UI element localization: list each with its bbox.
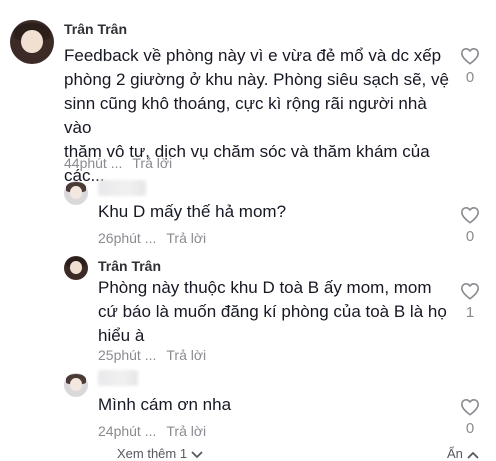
avatar[interactable] bbox=[64, 181, 88, 205]
comment-text-line: Feedback về phòng này vì e vừa đẻ mổ và … bbox=[64, 46, 442, 65]
comment-text-line: phòng 2 giường ở khu này. Phòng siêu sạc… bbox=[64, 70, 449, 89]
comment-meta: 25phút ... Trả lời bbox=[98, 347, 206, 363]
comment-username[interactable]: Trân Trân bbox=[64, 21, 127, 37]
comment-meta: 44phút ... Trả lời bbox=[64, 155, 172, 171]
comment-text-line: cứ báo là muốn đăng kí phòng của toà B l… bbox=[98, 302, 447, 321]
reply-button[interactable]: Trả lời bbox=[132, 155, 172, 171]
comment-text: Phòng này thuộc khu D toà B ấy mom, mom … bbox=[98, 276, 458, 348]
hide-replies-button[interactable]: Ẩn bbox=[447, 446, 479, 461]
see-more-replies-button[interactable]: Xem thêm 1 bbox=[117, 446, 203, 461]
like-button[interactable]: 0 bbox=[458, 47, 482, 86]
comment-text-line: Mình cám ơn nha bbox=[98, 395, 232, 414]
reply-button[interactable]: Trả lời bbox=[166, 423, 206, 439]
comment-text-line: Khu D mấy thế hả mom? bbox=[98, 202, 287, 221]
heart-outline-icon bbox=[461, 398, 479, 416]
replies-footer: Xem thêm 1 Ẩn bbox=[0, 446, 496, 461]
like-button[interactable]: 1 bbox=[458, 282, 482, 321]
avatar[interactable] bbox=[64, 256, 88, 280]
heart-outline-icon bbox=[461, 47, 479, 65]
like-count: 0 bbox=[465, 228, 475, 245]
see-more-label: Xem thêm 1 bbox=[117, 446, 188, 461]
reply-button[interactable]: Trả lời bbox=[166, 230, 206, 246]
comment-meta: 24phút ... Trả lời bbox=[98, 423, 206, 439]
comment-time: 44phút ... bbox=[64, 155, 123, 171]
heart-outline-icon bbox=[461, 282, 479, 300]
avatar[interactable] bbox=[64, 373, 88, 397]
comment-text-line: sinn cũng khô thoáng, cực kì rộng rãi ng… bbox=[64, 94, 427, 137]
comment-time: 25phút ... bbox=[98, 347, 157, 363]
comment-text: Khu D mấy thế hả mom? bbox=[98, 200, 438, 224]
comment-time: 26phút ... bbox=[98, 230, 157, 246]
like-button[interactable]: 0 bbox=[458, 398, 482, 437]
avatar[interactable] bbox=[10, 20, 54, 64]
chevron-down-icon bbox=[191, 451, 203, 458]
like-count: 0 bbox=[465, 69, 475, 86]
like-count: 0 bbox=[465, 420, 475, 437]
comment-text-line: hiểu à bbox=[98, 326, 145, 345]
chevron-up-icon bbox=[467, 451, 478, 458]
comment-username[interactable]: Trân Trân bbox=[98, 258, 161, 274]
comment-text-line: Phòng này thuộc khu D toà B ấy mom, mom bbox=[98, 278, 432, 297]
comment-time: 24phút ... bbox=[98, 423, 157, 439]
like-count: 1 bbox=[465, 304, 475, 321]
blurred-username bbox=[98, 180, 146, 196]
heart-outline-icon bbox=[461, 206, 479, 224]
comment-meta: 26phút ... Trả lời bbox=[98, 230, 206, 246]
blurred-username bbox=[98, 370, 138, 386]
comment-text: Mình cám ơn nha bbox=[98, 393, 438, 417]
reply-button[interactable]: Trả lời bbox=[166, 347, 206, 363]
like-button[interactable]: 0 bbox=[458, 206, 482, 245]
hide-label: Ẩn bbox=[447, 446, 463, 461]
